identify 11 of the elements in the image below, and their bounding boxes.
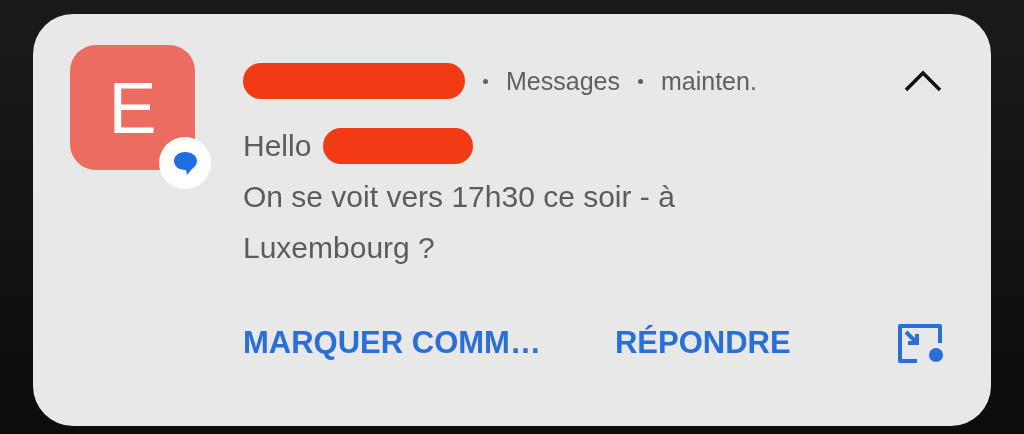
separator-dot-icon — [483, 78, 488, 84]
action-button[interactable]: RÉPONDRE — [614, 325, 791, 361]
action-button[interactable]: MARQUER COMM… — [243, 325, 541, 361]
chat-badge-icon — [159, 137, 211, 189]
app-name: Messages — [506, 66, 620, 96]
contact-avatar: E — [70, 45, 195, 170]
message-text: On se voit vers 17h30 ce soir - à Luxembourg ? — [243, 179, 676, 266]
timestamp: mainten. — [660, 66, 757, 96]
collapse-chevron-icon[interactable] — [903, 69, 943, 93]
greeting-text: Hello — [243, 128, 312, 164]
separator-dot-icon — [637, 78, 643, 84]
